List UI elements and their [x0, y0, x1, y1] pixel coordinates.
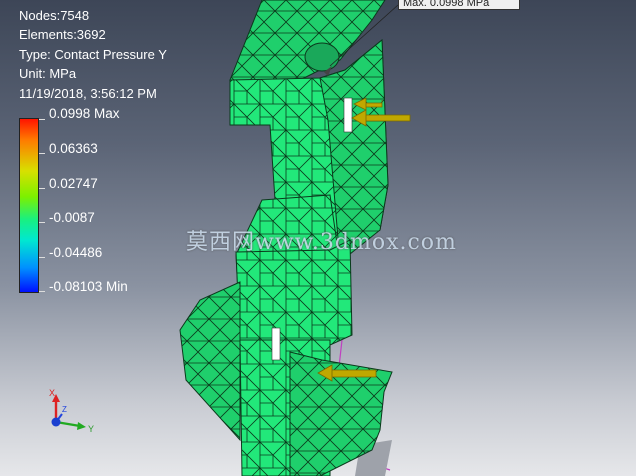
- lower-swoop: [179, 281, 241, 442]
- color-legend-bar: [19, 118, 39, 293]
- legend-label-min: -0.08103 Min: [49, 279, 128, 294]
- legend-label: 0.06363: [49, 141, 98, 156]
- legend-tickmark: [39, 257, 45, 258]
- legend-tickmark: [39, 291, 45, 292]
- graphics-viewport[interactable]: Nodes:7548 Elements:3692 Type: Contact P…: [0, 0, 636, 476]
- elements-count: Elements:3692: [19, 27, 106, 43]
- triad-y-label: Y: [88, 424, 94, 434]
- result-type: Type: Contact Pressure Y: [19, 46, 167, 62]
- result-unit: Unit: MPa: [19, 66, 77, 82]
- triad-z-label: Z: [62, 405, 67, 414]
- legend-label-max: 0.0998 Max: [49, 106, 120, 121]
- legend-label: 0.02747: [49, 176, 98, 191]
- legend-tickmark: [39, 188, 45, 189]
- max-probe-label[interactable]: Max. 0.0998 MPa: [398, 0, 520, 10]
- legend-tickmark: [39, 119, 45, 120]
- triad-x-label: X: [49, 388, 55, 398]
- legend-tickmark: [39, 153, 45, 154]
- legend-label: -0.04486: [49, 245, 103, 260]
- result-timestamp: 11/19/2018, 3:56:12 PM: [19, 85, 157, 101]
- axis-triad[interactable]: X Y Z: [40, 388, 100, 438]
- watermark-text: 莫西网www.3dmox.com: [186, 230, 457, 255]
- legend-tickmark: [39, 222, 45, 223]
- result-info-panel: Nodes:7548 Elements:3692 Type: Contact P…: [19, 6, 167, 103]
- legend-label: -0.0087: [49, 210, 95, 225]
- nodes-count: Nodes:7548: [19, 8, 90, 23]
